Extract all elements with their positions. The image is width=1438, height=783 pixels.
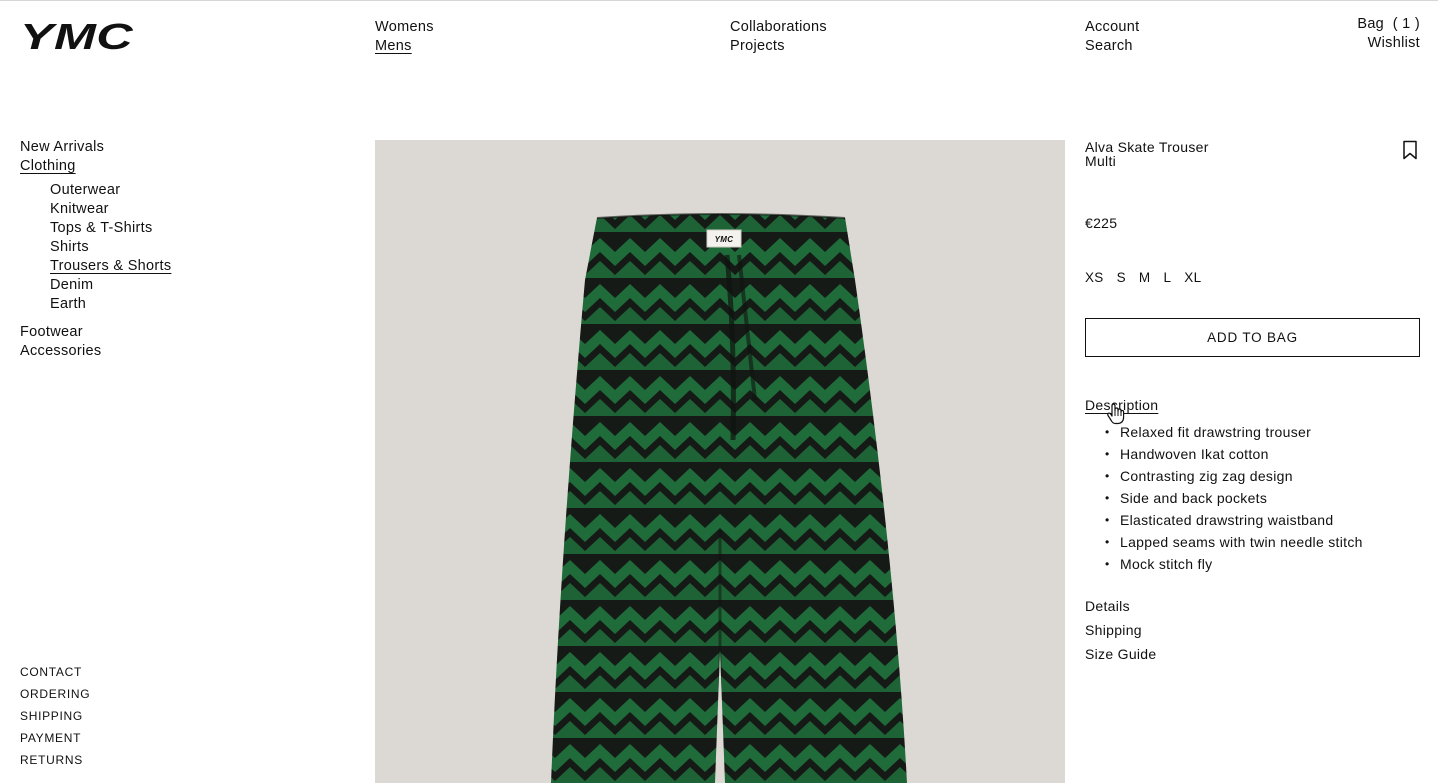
footer-shipping[interactable]: SHIPPING <box>20 709 83 723</box>
nav-group-gender: Womens Mens <box>375 18 434 56</box>
footer-ordering[interactable]: ORDERING <box>20 687 90 701</box>
size-xl[interactable]: XL <box>1184 270 1201 285</box>
product-price: €225 <box>1085 215 1118 231</box>
size-xs[interactable]: XS <box>1085 270 1104 285</box>
description-list: Relaxed fit drawstring trouser Handwoven… <box>1085 421 1420 575</box>
product-info: Alva Skate Trouser Multi €225 XS S M L X… <box>1085 140 1420 666</box>
bag-wishlist: Bag ( 1 ) Wishlist <box>1357 15 1420 53</box>
list-item: Handwoven Ikat cotton <box>1105 443 1420 465</box>
bag-count: ( 1 ) <box>1392 16 1420 32</box>
clothing-subcategories: Outerwear Knitwear Tops & T-Shirts Shirt… <box>20 181 171 314</box>
logo-icon: YMC <box>20 20 134 52</box>
product-name: Alva Skate Trouser <box>1085 139 1209 155</box>
garment-label: YMC <box>715 235 734 244</box>
sidebar-footwear[interactable]: Footwear <box>20 324 83 340</box>
nav-mens[interactable]: Mens <box>375 37 434 56</box>
bag-label: Bag <box>1357 16 1385 32</box>
nav-womens[interactable]: Womens <box>375 18 434 37</box>
nav-search[interactable]: Search <box>1085 37 1140 56</box>
wishlist-link[interactable]: Wishlist <box>1368 35 1420 51</box>
description-tab[interactable]: Description <box>1085 397 1158 413</box>
footer-payment[interactable]: PAYMENT <box>20 731 81 745</box>
sidebar-item-shirts[interactable]: Shirts <box>50 239 89 255</box>
list-item: Contrasting zig zag design <box>1105 465 1420 487</box>
list-item: Side and back pockets <box>1105 487 1420 509</box>
sidebar-item-tops-tshirts[interactable]: Tops & T-Shirts <box>50 220 153 236</box>
product-info-tabs: Details Shipping Size Guide <box>1085 594 1420 666</box>
size-m[interactable]: M <box>1139 270 1151 285</box>
sidebar-new-arrivals[interactable]: New Arrivals <box>20 139 104 155</box>
nav-group-editorial: Collaborations Projects <box>730 18 827 56</box>
list-item: Lapped seams with twin needle stitch <box>1105 531 1420 553</box>
sidebar-item-knitwear[interactable]: Knitwear <box>50 201 109 217</box>
sidebar-item-denim[interactable]: Denim <box>50 277 93 293</box>
list-item: Mock stitch fly <box>1105 553 1420 575</box>
footer-contact[interactable]: CONTACT <box>20 665 82 679</box>
size-l[interactable]: L <box>1163 270 1171 285</box>
details-tab[interactable]: Details <box>1085 598 1130 614</box>
product-image[interactable]: YMC <box>375 140 1065 783</box>
sidebar-accessories[interactable]: Accessories <box>20 343 101 359</box>
size-guide-tab[interactable]: Size Guide <box>1085 646 1156 662</box>
list-item: Relaxed fit drawstring trouser <box>1105 421 1420 443</box>
size-s[interactable]: S <box>1117 270 1126 285</box>
trouser-illustration: YMC <box>551 213 907 783</box>
sidebar-clothing[interactable]: Clothing <box>20 158 76 174</box>
sidebar-item-earth[interactable]: Earth <box>50 296 86 312</box>
shipping-tab[interactable]: Shipping <box>1085 622 1142 638</box>
add-to-bag-button[interactable]: ADD TO BAG <box>1085 318 1420 357</box>
svg-text:YMC: YMC <box>20 20 134 52</box>
nav-account[interactable]: Account <box>1085 18 1140 37</box>
nav-projects[interactable]: Projects <box>730 37 827 56</box>
size-selector: XS S M L XL <box>1085 270 1420 285</box>
sidebar-item-trousers-shorts[interactable]: Trousers & Shorts <box>50 258 171 274</box>
bag-link[interactable]: Bag ( 1 ) <box>1357 16 1420 32</box>
wishlist-bookmark-icon[interactable] <box>1402 140 1418 160</box>
list-item: Elasticated drawstring waistband <box>1105 509 1420 531</box>
top-border <box>0 0 1438 1</box>
nav-group-account: Account Search <box>1085 18 1140 56</box>
footer-returns[interactable]: RETURNS <box>20 753 83 767</box>
sidebar-item-outerwear[interactable]: Outerwear <box>50 182 120 198</box>
ymc-logo[interactable]: YMC <box>20 20 134 52</box>
category-sidebar: New Arrivals Clothing Outerwear Knitwear… <box>20 138 171 361</box>
product-color: Multi <box>1085 153 1117 169</box>
nav-collaborations[interactable]: Collaborations <box>730 18 827 37</box>
footer-links: CONTACT ORDERING SHIPPING PAYMENT RETURN… <box>20 661 90 771</box>
